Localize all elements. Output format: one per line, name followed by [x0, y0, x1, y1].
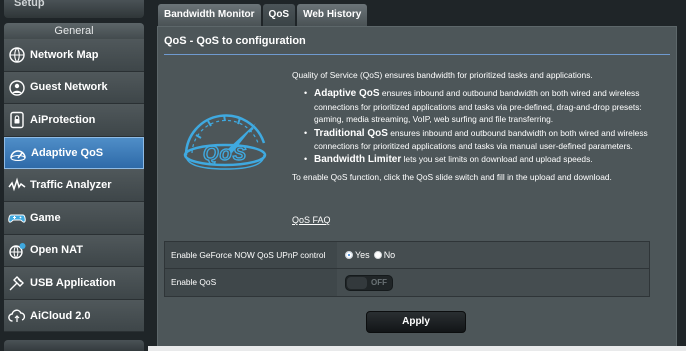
traffic-analyzer-icon — [8, 176, 26, 194]
tab-bar: Bandwidth Monitor QoS Web History — [158, 4, 368, 26]
sidebar-item-aiprotection[interactable]: AiProtection — [4, 104, 144, 137]
sidebar-menu: Network Map Guest Network AiProtection A… — [4, 39, 144, 333]
qos-settings-table: Enable GeForce NOW QoS UPnP control Yes … — [164, 241, 650, 297]
page-title: QoS - QoS to configuration — [164, 35, 306, 47]
qos-feature-list: Adaptive QoS ensures inbound and outboun… — [292, 87, 670, 166]
general-section-header: General — [4, 23, 144, 39]
sidebar-item-label: USB Application — [30, 276, 116, 289]
qos-enable-hint: To enable QoS function, click the QoS sl… — [292, 171, 612, 182]
adaptive-qos-icon — [9, 145, 27, 163]
svg-text:QoS: QoS — [203, 143, 247, 165]
sidebar: Setup General Network Map Guest Network … — [0, 0, 148, 351]
enable-qos-label: Enable QoS — [165, 269, 337, 296]
network-map-icon — [8, 46, 26, 64]
guest-network-icon — [8, 79, 26, 97]
geforce-upnp-label: Enable GeForce NOW QoS UPnP control — [165, 242, 337, 268]
list-item: Traditional QoS ensures inbound and outb… — [304, 127, 670, 153]
feature-name: Traditional QoS — [314, 127, 388, 139]
setup-label: Setup — [14, 0, 45, 9]
bottom-scroll-area — [148, 346, 686, 351]
table-row: Enable GeForce NOW QoS UPnP control Yes … — [165, 242, 649, 269]
sidebar-item-network-map[interactable]: Network Map — [4, 39, 144, 72]
sidebar-item-label: Open NAT — [30, 244, 83, 257]
sidebar-item-game[interactable]: Game — [4, 201, 144, 235]
sidebar-item-aicloud[interactable]: AiCloud 2.0 — [4, 299, 144, 333]
aicloud-icon — [8, 307, 26, 325]
sidebar-item-label: AiProtection — [30, 113, 96, 126]
geforce-no-radio[interactable]: No — [373, 250, 396, 260]
geforce-upnp-options: Yes No — [337, 242, 649, 268]
sidebar-item-label: Network Map — [30, 48, 99, 61]
game-icon — [8, 209, 26, 227]
enable-qos-toggle[interactable]: OFF — [345, 274, 393, 291]
sidebar-item-label: AiCloud 2.0 — [30, 309, 91, 322]
sidebar-item-guest-network[interactable]: Guest Network — [4, 71, 144, 105]
qos-panel: QoS - QoS to configuration QoS Quality o… — [157, 26, 677, 351]
sidebar-item-traffic-analyzer[interactable]: Traffic Analyzer — [4, 169, 144, 202]
feature-name: Bandwidth Limiter — [314, 154, 402, 166]
sidebar-item-label: Guest Network — [30, 81, 108, 94]
toggle-state-label: OFF — [371, 277, 387, 287]
sidebar-item-open-nat[interactable]: Open NAT — [4, 234, 144, 268]
general-section-label: General — [54, 25, 94, 37]
list-item: Adaptive QoS ensures inbound and outboun… — [304, 87, 670, 125]
sidebar-item-adaptive-qos[interactable]: Adaptive QoS — [4, 136, 144, 170]
tab-qos[interactable]: QoS — [262, 4, 296, 26]
open-nat-icon — [8, 242, 26, 260]
qos-logo-icon: QoS — [176, 93, 274, 177]
sidebar-item-label: Game — [30, 211, 61, 224]
sidebar-item-label: Adaptive QoS — [31, 147, 104, 160]
aiprotection-icon — [8, 111, 26, 129]
radio-unselected-icon — [373, 251, 382, 259]
list-item: Bandwidth Limiter lets you set limits on… — [304, 153, 670, 166]
radio-label: Yes — [355, 250, 370, 260]
sidebar-item-label: Traffic Analyzer — [30, 179, 112, 192]
geforce-yes-radio[interactable]: Yes — [345, 250, 370, 260]
radio-selected-icon — [345, 251, 353, 259]
qos-intro-text: Quality of Service (QoS) ensures bandwid… — [292, 70, 593, 80]
sidebar-item-usb-application[interactable]: USB Application — [4, 267, 144, 300]
tab-web-history[interactable]: Web History — [297, 4, 368, 26]
feature-desc: lets you set limits on download and uplo… — [401, 154, 593, 165]
setup-menu-item[interactable]: Setup — [4, 0, 144, 18]
usb-application-icon — [8, 274, 26, 292]
sidebar-next-section — [4, 340, 144, 351]
tab-bandwidth-monitor[interactable]: Bandwidth Monitor — [158, 4, 261, 26]
feature-name: Adaptive QoS — [314, 88, 380, 100]
enable-qos-control: OFF — [337, 269, 649, 296]
radio-label: No — [383, 250, 396, 260]
apply-button[interactable]: Apply — [366, 311, 466, 333]
table-row: Enable QoS OFF — [165, 269, 649, 296]
right-edge — [677, 0, 686, 351]
qos-description: Quality of Service (QoS) ensures bandwid… — [292, 69, 670, 189]
title-divider — [164, 54, 670, 55]
toggle-knob — [347, 276, 367, 289]
qos-faq-link[interactable]: QoS FAQ — [292, 215, 331, 225]
